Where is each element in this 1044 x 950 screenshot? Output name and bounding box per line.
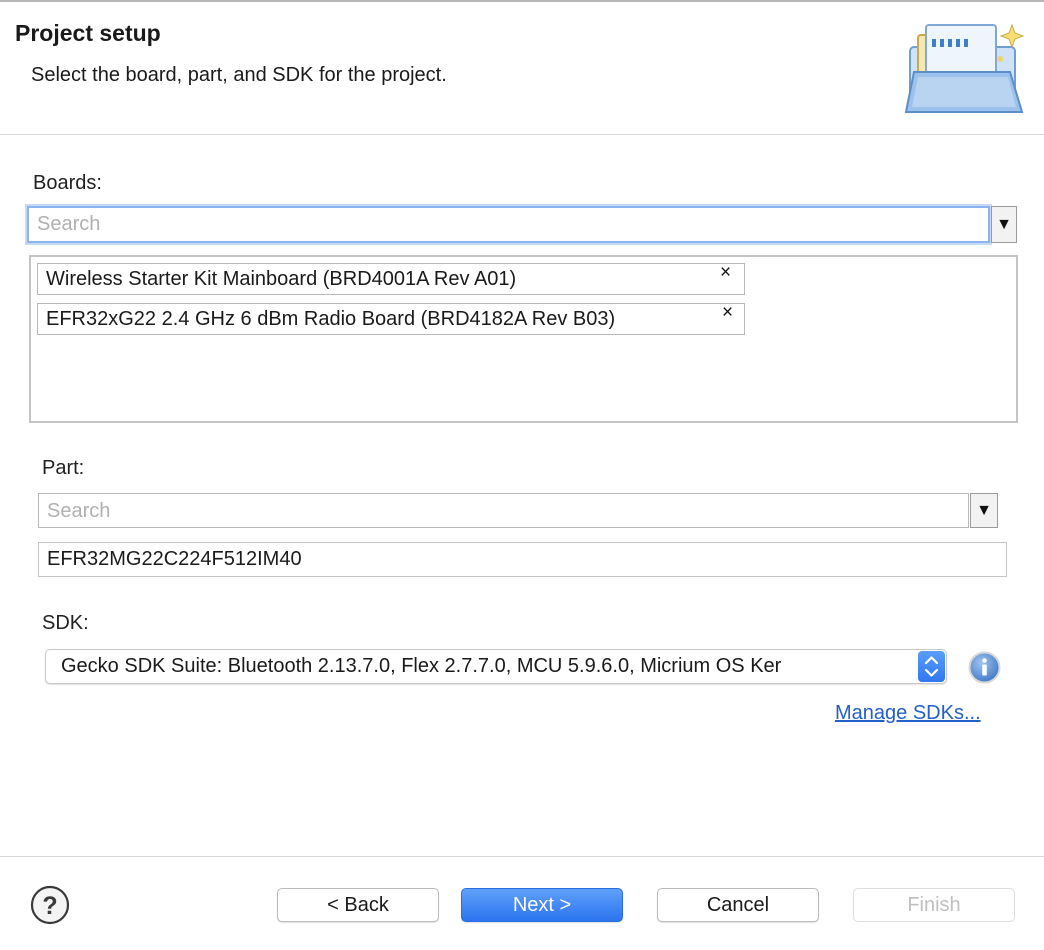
- board-chip-label: Wireless Starter Kit Mainboard (BRD4001A…: [46, 268, 517, 290]
- page-description: Select the board, part, and SDK for the …: [31, 64, 447, 86]
- sdk-label: SDK:: [42, 612, 89, 634]
- sdk-select[interactable]: Gecko SDK Suite: Bluetooth 2.13.7.0, Fle…: [45, 649, 947, 684]
- finish-button[interactable]: Finish: [853, 888, 1015, 922]
- back-button[interactable]: < Back: [277, 888, 439, 922]
- part-search-input[interactable]: Search: [38, 493, 969, 528]
- chevron-down-icon: ▼: [996, 216, 1012, 233]
- part-label: Part:: [42, 457, 85, 479]
- selected-part-field[interactable]: EFR32MG22C224F512IM40: [38, 542, 1007, 577]
- board-chip: Wireless Starter Kit Mainboard (BRD4001A…: [37, 262, 745, 295]
- boards-search-input[interactable]: Search: [27, 206, 990, 243]
- page-title: Project setup: [15, 20, 161, 46]
- info-icon[interactable]: [968, 651, 1001, 684]
- footer-divider: [0, 856, 1044, 857]
- selected-boards-list: Wireless Starter Kit Mainboard (BRD4001A…: [29, 255, 1018, 423]
- manage-sdks-link[interactable]: Manage SDKs...: [835, 702, 981, 725]
- wizard-header: Project setup Select the board, part, an…: [0, 2, 1044, 135]
- part-dropdown-button[interactable]: ▼: [970, 493, 998, 528]
- boards-dropdown-button[interactable]: ▼: [991, 206, 1017, 243]
- folder-wizard-icon: [904, 23, 1025, 113]
- sdk-select-arrows[interactable]: [918, 651, 945, 682]
- boards-label: Boards:: [33, 172, 102, 194]
- close-icon[interactable]: ×: [720, 258, 731, 288]
- help-icon[interactable]: ?: [30, 885, 70, 925]
- svg-text:?: ?: [42, 892, 57, 920]
- next-button[interactable]: Next >: [461, 888, 623, 922]
- chevron-updown-icon: [924, 656, 939, 677]
- board-chip-label: EFR32xG22 2.4 GHz 6 dBm Radio Board (BRD…: [46, 308, 616, 330]
- close-icon[interactable]: ×: [722, 298, 733, 328]
- chevron-down-icon: ▼: [976, 502, 992, 519]
- cancel-button[interactable]: Cancel: [657, 888, 819, 922]
- board-chip: EFR32xG22 2.4 GHz 6 dBm Radio Board (BRD…: [37, 302, 745, 335]
